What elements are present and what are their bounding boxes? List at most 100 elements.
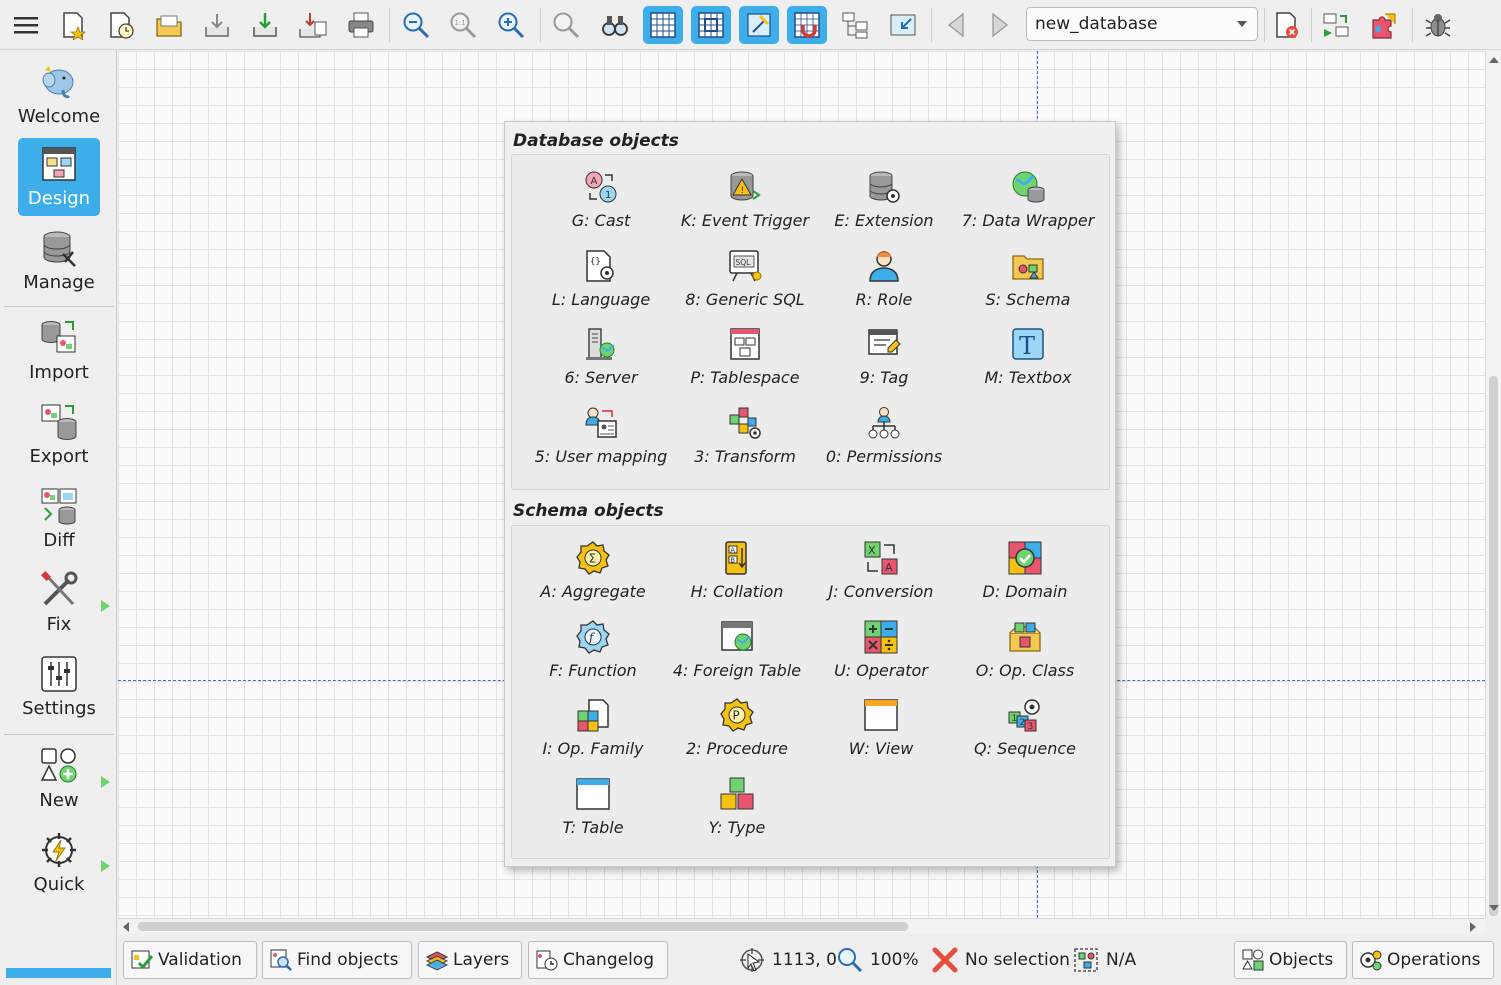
object-server[interactable]: 6: Server [526,326,676,396]
objects-icon [1242,949,1264,971]
object-label: S: Schema [985,290,1071,309]
zoom-out-icon[interactable] [396,6,436,44]
find-icon[interactable] [595,6,635,44]
objects-button[interactable]: Objects [1234,941,1347,979]
main-menu-icon[interactable] [6,6,46,44]
zoom-normal-icon[interactable]: 1:1 [443,6,483,44]
open-icon[interactable] [149,6,189,44]
sidebar-item-fix[interactable]: Fix [18,564,110,642]
object-permissions[interactable]: 0: Permissions [809,405,959,475]
sidebar-item-quick[interactable]: Quick [18,824,110,902]
object-type[interactable]: Y: Type [662,776,812,846]
save-icon[interactable] [197,6,237,44]
object-language[interactable]: {} L: Language [526,248,676,318]
object-generic-sql[interactable]: SQL 8: Generic SQL [670,248,820,318]
validation-icon [131,950,154,970]
object-foreign-table[interactable]: 4: Foreign Table [662,619,812,689]
operations-button[interactable]: Operations [1352,941,1494,979]
object-label: Y: Type [708,818,766,837]
transform-icon [729,407,761,439]
object-domain[interactable]: D: Domain [950,540,1100,610]
object-cast[interactable]: A1 G: Cast [526,169,676,239]
object-transform[interactable]: 3: Transform [670,405,820,475]
object-label: U: Operator [834,661,928,680]
sidebar-item-export[interactable]: Export [18,396,100,474]
toolbar-separator [1264,8,1265,42]
sidebar-item-design[interactable]: Design [18,138,100,216]
object-function[interactable]: f F: Function [518,619,668,689]
redo-icon[interactable] [980,6,1020,44]
operations-icon [1360,950,1382,971]
object-procedure[interactable]: P 2: Procedure [662,697,812,767]
sidebar-item-manage[interactable]: Manage [18,222,100,300]
object-table[interactable]: T: Table [518,776,668,846]
scroll-left-icon[interactable] [123,922,129,932]
layers-button[interactable]: Layers [418,941,522,979]
scroll-down-icon[interactable] [1489,905,1499,911]
svg-text:1: 1 [605,190,611,201]
align-grid-icon[interactable] [691,6,731,44]
object-sequence[interactable]: 123 Q: Sequence [950,697,1100,767]
object-role[interactable]: R: Role [809,248,959,318]
object-view[interactable]: W: View [806,697,956,767]
expand-arrow-icon[interactable] [101,600,110,612]
vertical-scrollbar[interactable] [1485,51,1501,918]
close-model-icon[interactable] [1266,6,1306,44]
arrange-icon[interactable] [835,6,875,44]
object-collation[interactable]: AB H: Collation [662,540,812,610]
print-icon[interactable] [341,6,381,44]
object-op-family[interactable]: I: Op. Family [518,697,668,767]
sidebar-item-new[interactable]: New [18,740,110,818]
zoom-in-icon[interactable] [491,6,531,44]
object-schema[interactable]: S: Schema [953,248,1103,318]
object-extension[interactable]: E: Extension [809,169,959,239]
vertical-scrollbar-thumb[interactable] [1489,376,1498,916]
svg-text:Σ: Σ [589,552,597,566]
object-op-class[interactable]: O: Op. Class [950,619,1100,689]
recent-models-icon[interactable] [101,6,141,44]
bug-icon[interactable] [1418,6,1458,44]
scroll-up-icon[interactable] [1489,57,1499,63]
show-grid-icon[interactable] [643,6,683,44]
fit-window-icon[interactable] [883,6,923,44]
object-aggregate[interactable]: Σ A: Aggregate [518,540,668,610]
new-model-icon[interactable] [53,6,93,44]
database-combo[interactable]: new_database [1026,7,1258,41]
delimiters-icon[interactable] [739,6,779,44]
object-user-mapping[interactable]: 5: User mapping [526,405,676,475]
scroll-right-icon[interactable] [1470,922,1476,932]
expand-arrow-icon[interactable] [101,860,110,872]
zoom-area-icon[interactable] [546,6,586,44]
sidebar-item-diff[interactable]: Diff [18,480,100,558]
validation-button[interactable]: Validation [123,941,257,979]
object-textbox[interactable]: T M: Textbox [953,326,1103,396]
save-as-icon[interactable] [245,6,285,44]
horizontal-scrollbar[interactable] [118,918,1485,934]
object-label: K: Event Trigger [680,211,810,230]
sidebar-item-settings[interactable]: Settings [18,648,100,726]
undo-icon[interactable] [936,6,976,44]
magnet-icon[interactable] [787,6,827,44]
selection-status-value: No selection [965,950,1070,970]
object-label: 3: Transform [694,447,796,466]
object-tag[interactable]: 9: Tag [809,326,959,396]
object-label: L: Language [551,290,651,309]
plugins-icon[interactable] [1364,6,1404,44]
database-combo-value: new_database [1035,14,1158,34]
sidebar-item-import[interactable]: Import [18,312,100,390]
swap-icon[interactable] [1316,6,1356,44]
view-icon [864,699,898,731]
object-tablespace[interactable]: P: Tablespace [670,326,820,396]
changelog-button[interactable]: Changelog [528,941,668,979]
object-data-wrapper[interactable]: 7: Data Wrapper [953,169,1103,239]
save-all-icon[interactable] [293,6,333,44]
svg-text:T: T [1019,332,1035,360]
horizontal-scrollbar-thumb[interactable] [138,922,908,931]
object-conversion[interactable]: XA J: Conversion [806,540,956,610]
find-objects-button[interactable]: Find objects [262,941,412,979]
selection-size: N/A [1072,941,1136,979]
sidebar-item-welcome[interactable]: Welcome [18,56,100,134]
object-operator[interactable]: U: Operator [806,619,956,689]
object-event-trigger[interactable]: ! K: Event Trigger [670,169,820,239]
expand-arrow-icon[interactable] [101,776,110,788]
